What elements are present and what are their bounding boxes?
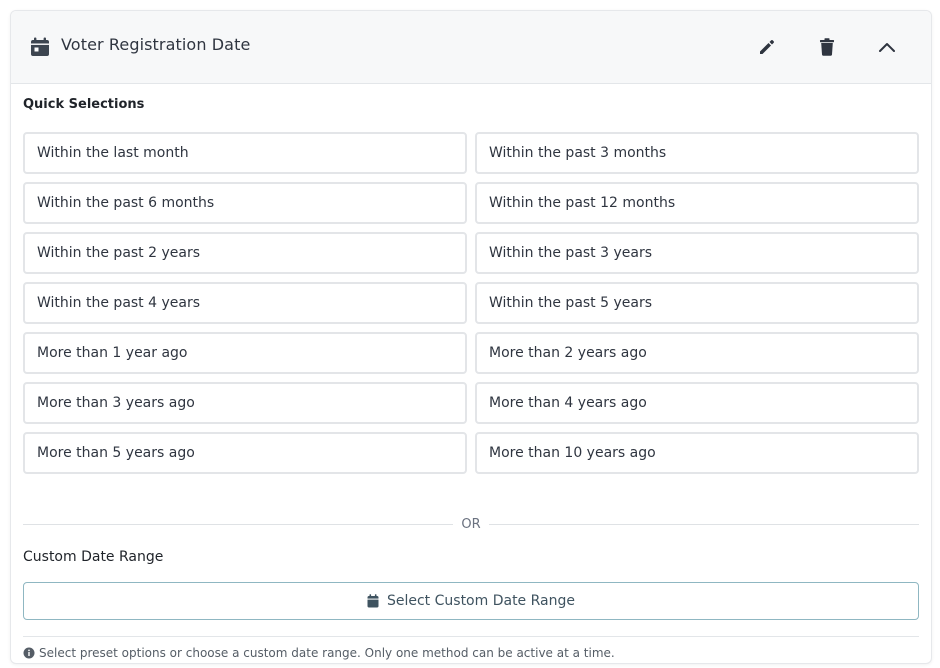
or-label: OR	[461, 516, 481, 532]
divider-line-right	[488, 523, 920, 525]
delete-button[interactable]	[815, 35, 839, 59]
quick-option-more-than-1-year[interactable]: More than 1 year ago	[23, 332, 467, 374]
calendar-icon	[30, 37, 50, 57]
or-divider: OR	[23, 514, 920, 534]
quick-option-more-than-5-years[interactable]: More than 5 years ago	[23, 432, 467, 474]
footer-divider	[23, 636, 919, 637]
trash-icon	[819, 38, 835, 56]
quick-option-more-than-2-years[interactable]: More than 2 years ago	[475, 332, 919, 374]
quick-option-past-5-years[interactable]: Within the past 5 years	[475, 282, 919, 324]
quick-option-more-than-10-years[interactable]: More than 10 years ago	[475, 432, 919, 474]
custom-range-heading: Custom Date Range	[23, 549, 164, 565]
help-note: Select preset options or choose a custom…	[23, 645, 615, 661]
info-icon	[23, 647, 35, 659]
quick-option-past-12-months[interactable]: Within the past 12 months	[475, 182, 919, 224]
filter-body: Quick Selections Within the last month W…	[23, 95, 920, 660]
chevron-up-icon	[878, 41, 896, 53]
select-custom-range-button[interactable]: Select Custom Date Range	[23, 582, 919, 620]
quick-selections-grid: Within the last month Within the past 3 …	[23, 132, 919, 474]
quick-option-past-6-months[interactable]: Within the past 6 months	[23, 182, 467, 224]
quick-option-more-than-3-years[interactable]: More than 3 years ago	[23, 382, 467, 424]
quick-option-last-month[interactable]: Within the last month	[23, 132, 467, 174]
divider-line-left	[23, 523, 454, 525]
edit-button[interactable]	[755, 35, 779, 59]
filter-header[interactable]: Voter Registration Date	[11, 11, 931, 84]
pencil-icon	[758, 38, 776, 56]
help-note-text: Select preset options or choose a custom…	[39, 646, 615, 660]
filter-panel: Voter Registration Date Quick Selections…	[10, 10, 932, 664]
quick-option-past-3-years[interactable]: Within the past 3 years	[475, 232, 919, 274]
quick-option-past-4-years[interactable]: Within the past 4 years	[23, 282, 467, 324]
select-custom-range-label: Select Custom Date Range	[386, 593, 575, 609]
quick-option-past-2-years[interactable]: Within the past 2 years	[23, 232, 467, 274]
quick-selections-heading: Quick Selections	[23, 97, 145, 112]
filter-title: Voter Registration Date	[61, 35, 251, 54]
calendar-icon	[367, 594, 379, 608]
collapse-button[interactable]	[875, 35, 899, 59]
quick-option-past-3-months[interactable]: Within the past 3 months	[475, 132, 919, 174]
quick-option-more-than-4-years[interactable]: More than 4 years ago	[475, 382, 919, 424]
